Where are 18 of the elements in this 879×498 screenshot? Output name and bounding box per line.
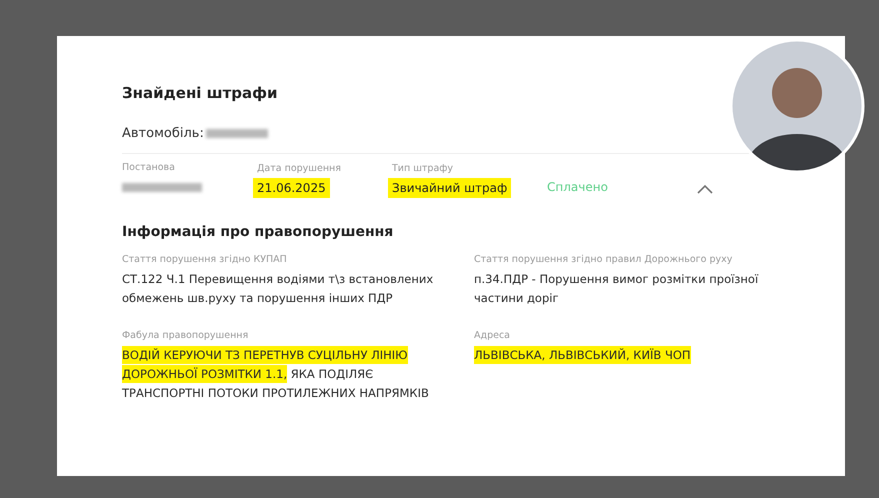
vehicle-label: Автомобіль:: [122, 126, 204, 141]
field-label: Фабула правопорушення: [122, 330, 250, 341]
redacted-text: [206, 129, 268, 138]
field-label: Адреса: [474, 330, 511, 341]
field-label: Постанова: [122, 162, 176, 173]
field-text: ЛЬВІВСЬКА, ЛЬВІВСЬКИЙ, КИЇВ ЧОП: [474, 346, 692, 365]
chevron-up-icon[interactable]: [697, 184, 713, 194]
field-value: 21.06.2025: [253, 178, 330, 198]
field-label: Стаття порушення згідно КУПАП: [122, 254, 288, 265]
field-label: Стаття порушення згідно правил Дорожнього руху: [474, 254, 734, 265]
field-text: п.34.ПДР - Порушення вимог розмітки проїзної частини доріг: [474, 271, 760, 307]
section-title: Інформація про правопорушення: [122, 224, 394, 240]
field-label: Дата порушення: [257, 163, 342, 174]
status-text: Сплачено: [547, 180, 609, 196]
field-text: СТ.122 Ч.1 Перевищення водіями т\з встановлених обмежень шв.руху та порушення інших ПДР: [122, 271, 434, 307]
page-title: Знайдені штрафи: [122, 84, 279, 102]
field-value: Звичайний штраф: [388, 178, 512, 198]
field-label: Тип штрафу: [392, 163, 454, 174]
